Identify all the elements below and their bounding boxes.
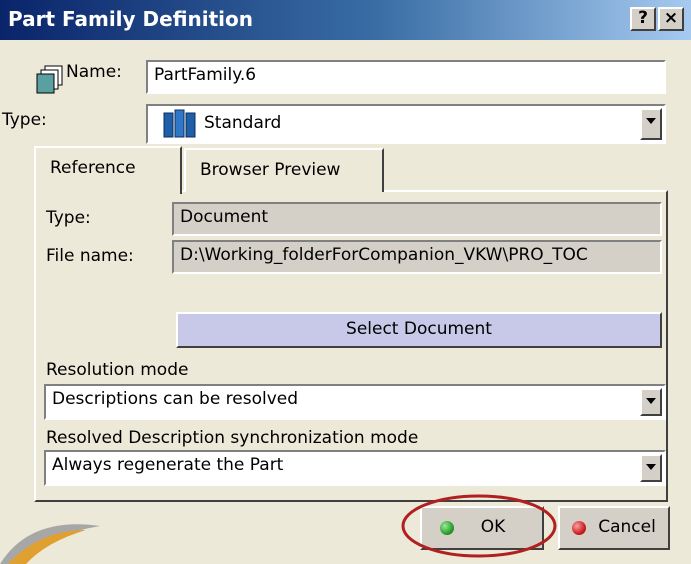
cancel-label: Cancel bbox=[598, 517, 656, 537]
chevron-down-icon[interactable] bbox=[640, 108, 662, 140]
file-name-label: File name: bbox=[46, 246, 134, 266]
tab-reference[interactable]: Reference bbox=[34, 146, 182, 194]
reference-type-label: Type: bbox=[46, 208, 91, 228]
resolution-mode-value: Descriptions can be resolved bbox=[52, 389, 299, 409]
chevron-down-icon[interactable] bbox=[640, 454, 662, 482]
books-icon bbox=[162, 107, 198, 139]
resolution-mode-select[interactable]: Descriptions can be resolved bbox=[44, 384, 666, 420]
select-document-button[interactable]: Select Document bbox=[176, 312, 662, 348]
document-stack-icon bbox=[36, 64, 66, 94]
file-name-value: D:\Working_folderForCompanion_VKW\PRO_TO… bbox=[172, 240, 662, 274]
type-value: Standard bbox=[204, 113, 282, 133]
sync-mode-label: Resolved Description synchronization mod… bbox=[46, 428, 419, 448]
sync-mode-value: Always regenerate the Part bbox=[52, 455, 284, 475]
red-dot-icon bbox=[572, 521, 586, 535]
name-label: Name: bbox=[66, 62, 122, 82]
type-label: Type: bbox=[2, 110, 47, 130]
tab-browser-preview[interactable]: Browser Preview bbox=[184, 148, 384, 192]
reference-type-value: Document bbox=[172, 202, 662, 236]
part-family-definition-dialog: Part Family Definition ? × Name: PartFam… bbox=[0, 0, 691, 564]
highlight-ring bbox=[401, 494, 557, 558]
close-button[interactable]: × bbox=[658, 7, 684, 31]
window-title: Part Family Definition bbox=[8, 7, 254, 31]
cancel-button[interactable]: Cancel bbox=[558, 506, 670, 550]
resolution-mode-label: Resolution mode bbox=[46, 360, 189, 380]
help-button[interactable]: ? bbox=[630, 7, 656, 31]
decorative-swoosh-icon bbox=[0, 512, 110, 564]
type-select[interactable]: Standard bbox=[146, 104, 666, 144]
sync-mode-select[interactable]: Always regenerate the Part bbox=[44, 450, 666, 486]
chevron-down-icon[interactable] bbox=[640, 388, 662, 416]
title-bar: Part Family Definition ? × bbox=[0, 0, 691, 40]
name-input[interactable]: PartFamily.6 bbox=[146, 60, 666, 94]
